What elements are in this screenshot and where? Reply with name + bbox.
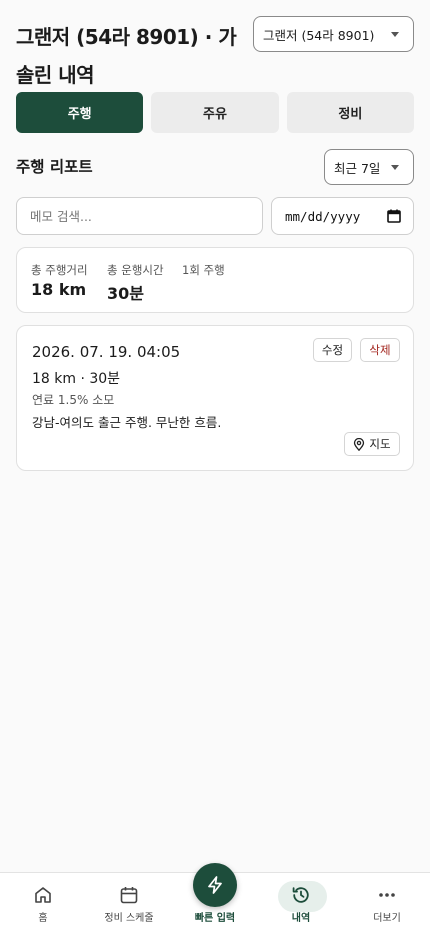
tab-fueling[interactable]: 주유 bbox=[151, 92, 279, 133]
report-title: 주행 리포트 bbox=[16, 158, 93, 176]
date-input-placeholder: mm/dd/yyyy bbox=[285, 208, 361, 224]
map-pin-icon bbox=[354, 437, 365, 451]
history-icon bbox=[292, 887, 309, 903]
quick-input-label: 빠른 입력 bbox=[194, 913, 236, 924]
stat-value: 18 km bbox=[31, 280, 87, 299]
nav-more[interactable]: 더보기 bbox=[344, 873, 430, 932]
memo-search-input[interactable] bbox=[16, 197, 263, 235]
calendar-icon bbox=[120, 887, 138, 904]
delete-button[interactable]: 삭제 bbox=[360, 338, 400, 362]
home-icon bbox=[35, 887, 51, 903]
nav-label: 더보기 bbox=[373, 913, 401, 924]
stat-total-distance: 총 주행거리 18 km bbox=[31, 262, 88, 299]
page-header: 그랜저 (54라 8901) · 가솔린 내역 bbox=[16, 18, 248, 94]
more-icon bbox=[379, 893, 395, 897]
stat-label: 총 주행거리 bbox=[31, 263, 88, 277]
summary-card: 총 주행거리 18 km 총 운행시간 30분 1회 주행 bbox=[16, 247, 414, 313]
vehicle-select-value: 그랜저 (54라 8901) bbox=[263, 27, 375, 43]
trip-fuel: 연료 1.5% 소모 bbox=[32, 393, 115, 407]
nav-history[interactable]: 내역 bbox=[258, 873, 344, 932]
date-filter-input[interactable]: mm/dd/yyyy bbox=[271, 197, 414, 235]
record-tabs: 주행 주유 정비 bbox=[16, 92, 414, 133]
nav-home[interactable]: 홈 bbox=[0, 873, 86, 932]
trip-datetime: 2026. 07. 19. 04:05 bbox=[32, 343, 181, 361]
tab-driving[interactable]: 주행 bbox=[16, 92, 144, 133]
calendar-icon[interactable] bbox=[387, 209, 401, 223]
period-select[interactable]: 최근 7일 bbox=[324, 149, 414, 185]
stat-trip-count: 1회 주행 bbox=[182, 262, 225, 278]
stat-total-time: 총 운행시간 30분 bbox=[107, 262, 164, 304]
chevron-down-icon bbox=[391, 32, 399, 37]
trip-summary: 18 km · 30분 bbox=[32, 371, 121, 387]
edit-button[interactable]: 수정 bbox=[313, 338, 352, 362]
nav-label: 홈 bbox=[38, 913, 48, 924]
trip-card: 2026. 07. 19. 04:05 18 km · 30분 연료 1.5% … bbox=[16, 325, 414, 471]
nav-schedule[interactable]: 정비 스케줄 bbox=[86, 873, 172, 932]
trip-memo: 강남-여의도 출근 주행. 무난한 흐름. bbox=[32, 415, 222, 430]
map-button-label: 지도 bbox=[369, 437, 391, 451]
map-button[interactable]: 지도 bbox=[344, 432, 400, 456]
period-select-value: 최근 7일 bbox=[334, 160, 381, 176]
stat-value: 30분 bbox=[107, 284, 144, 303]
stat-label: 총 운행시간 bbox=[107, 263, 164, 277]
stat-label: 1회 주행 bbox=[182, 263, 225, 277]
page-title: 그랜저 (54라 8901) · 가솔린 내역 bbox=[16, 25, 237, 87]
vehicle-select[interactable]: 그랜저 (54라 8901) bbox=[253, 16, 414, 52]
lightning-icon bbox=[208, 876, 222, 894]
chevron-down-icon bbox=[391, 165, 399, 170]
nav-label: 정비 스케줄 bbox=[104, 913, 154, 924]
quick-input-button[interactable] bbox=[193, 863, 237, 907]
tab-maintenance[interactable]: 정비 bbox=[286, 92, 414, 133]
